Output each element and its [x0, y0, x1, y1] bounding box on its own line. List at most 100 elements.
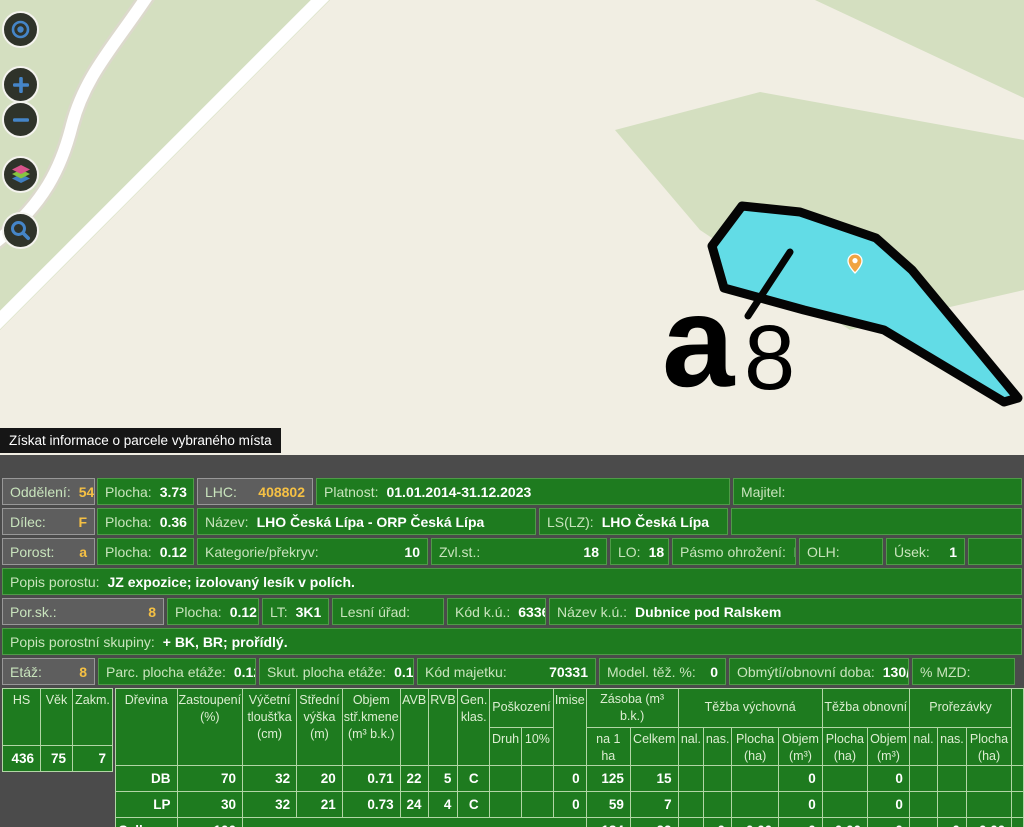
- field-label: Úsek:: [894, 544, 930, 560]
- table-cell: 30: [177, 791, 243, 817]
- field-popis-skupiny: Popis porostní skupiny:+ BK, BR; prořídl…: [2, 628, 1022, 655]
- column-group-header: Těžba výchovná: [678, 689, 822, 728]
- search-icon: [9, 219, 32, 242]
- field-plocha-porost: Plocha: 0.12: [97, 538, 194, 565]
- field-label: Zvl.st.:: [439, 544, 480, 560]
- forest-map-app: a 8: [0, 0, 1024, 827]
- field-value: 408802: [258, 484, 305, 500]
- table-cell: [678, 765, 704, 791]
- field-label: Plocha:: [105, 544, 152, 560]
- table-cell: 0.00: [822, 817, 867, 827]
- field-label: Plocha:: [105, 514, 152, 530]
- field-value: JZ expozice; izolovaný lesík v polích.: [108, 574, 355, 590]
- search-button[interactable]: [2, 212, 39, 249]
- field-label: Plocha:: [175, 604, 222, 620]
- field-por-sk: Por.sk.:8: [2, 598, 164, 625]
- zoom-in-button[interactable]: [2, 66, 39, 103]
- column-group-header: Prořezávky: [909, 689, 1011, 728]
- table-cell: 436: [3, 746, 41, 772]
- field-oddeleni: Oddělení: 54: [2, 478, 95, 505]
- species-detail-table: Dřevina Zastoupení (%) Výčetní tloušťka …: [115, 688, 1024, 827]
- field-label: Oddělení:: [10, 484, 71, 500]
- field-kod-ku: Kód k.ú.:633666: [447, 598, 546, 625]
- table-cell: 0.73: [342, 791, 400, 817]
- field-value: 70331: [549, 664, 588, 680]
- column-header: Plocha (ha): [732, 727, 779, 765]
- column-header: Druh: [490, 727, 522, 765]
- table-cell: 32: [243, 765, 297, 791]
- table-cell: [938, 791, 967, 817]
- locate-icon: [9, 18, 32, 41]
- field-label: Název:: [205, 514, 249, 530]
- field-value: 8: [79, 664, 87, 680]
- field-nazev-ku: Název k.ú.:Dubnice pod Ralskem: [549, 598, 1022, 625]
- column-header: Dřevina: [116, 689, 178, 766]
- table-cell: [732, 765, 779, 791]
- table-cell: 22: [400, 765, 428, 791]
- column-header: 10%: [522, 727, 554, 765]
- column-header: AVB: [400, 689, 428, 766]
- table-cell: [909, 817, 937, 827]
- field-label: Parc. plocha etáže:: [106, 664, 226, 680]
- field-value: 10: [404, 544, 420, 560]
- field-label: LS(LZ):: [547, 514, 594, 530]
- field-value: LHO Česká Lípa: [602, 514, 709, 530]
- table-cell: 0: [779, 817, 822, 827]
- column-header: [1012, 689, 1024, 766]
- field-zvl-st: Zvl.st.:18: [431, 538, 607, 565]
- table-cell: [522, 765, 554, 791]
- field-obmyti: Obmýtí/obnovní doba:130/40: [729, 658, 909, 685]
- empty-cell: [731, 508, 1022, 535]
- field-value: + BK, BR; prořídlý.: [163, 634, 288, 650]
- table-cell: 0: [868, 791, 910, 817]
- table-cell: 0: [779, 791, 822, 817]
- table-cell: 15: [630, 765, 678, 791]
- column-header: nas.: [938, 727, 967, 765]
- table-row-db: DB 70 32 20 0.71 22 5 C 0 125 15 0: [116, 765, 1024, 791]
- locate-button[interactable]: [2, 11, 39, 48]
- table-cell: 7: [73, 746, 113, 772]
- table-cell: 20: [297, 765, 343, 791]
- field-label: Etáž:: [10, 664, 42, 680]
- field-majitel: Majitel:: [733, 478, 1022, 505]
- field-value: 0.12: [160, 544, 187, 560]
- field-value: 0.36: [160, 514, 187, 530]
- info-row-etaz: Etáž: 8 Parc. plocha etáže:0.12 Skut. plo…: [0, 658, 1024, 685]
- table-cell: 0: [553, 791, 586, 817]
- column-group-header: Poškození: [490, 689, 554, 728]
- table-cell: [966, 791, 1011, 817]
- field-label: Pásmo ohrožení:: [680, 544, 786, 560]
- column-header: Gen. klas.: [458, 689, 490, 766]
- table-cell: 0: [938, 817, 967, 827]
- table-cell: 125: [586, 765, 630, 791]
- field-parc-plocha: Parc. plocha etáže:0.12: [98, 658, 256, 685]
- field-lhc: LHC:408802: [197, 478, 313, 505]
- field-value: 130/40: [883, 664, 909, 680]
- layers-button[interactable]: [2, 156, 39, 193]
- info-row-popis-skupiny: Popis porostní skupiny:+ BK, BR; prořídl…: [0, 628, 1024, 655]
- column-header: Imise: [553, 689, 586, 766]
- table-cell: [678, 817, 704, 827]
- field-label: % MZD:: [920, 664, 971, 680]
- table-cell: [909, 765, 937, 791]
- field-skut-plocha: Skut. plocha etáže:0.12: [259, 658, 414, 685]
- column-group-header: Zásoba (m³ b.k.): [586, 689, 678, 728]
- map-canvas[interactable]: a 8: [0, 0, 1024, 455]
- zoom-out-button[interactable]: [2, 101, 39, 138]
- table-cell: [678, 791, 704, 817]
- column-header: Věk: [41, 689, 73, 746]
- field-value: D: [794, 544, 796, 560]
- table-cell: [704, 765, 732, 791]
- table-row-lp: LP 30 32 21 0.73 24 4 C 0 59 7 0: [116, 791, 1024, 817]
- field-mzd: % MZD:: [912, 658, 1015, 685]
- field-value: Dubnice pod Ralskem: [635, 604, 781, 620]
- field-lo: LO:18: [610, 538, 669, 565]
- table-cell: [243, 817, 587, 827]
- field-value: 54: [79, 484, 95, 500]
- field-olh: OLH:: [799, 538, 883, 565]
- column-header: Plocha (ha): [966, 727, 1011, 765]
- stand-summary-table: HS Věk Zakm. 436 75 7: [2, 688, 113, 772]
- table-cell: 7: [630, 791, 678, 817]
- table-cell: 0.71: [342, 765, 400, 791]
- column-header: Objem (m³): [868, 727, 910, 765]
